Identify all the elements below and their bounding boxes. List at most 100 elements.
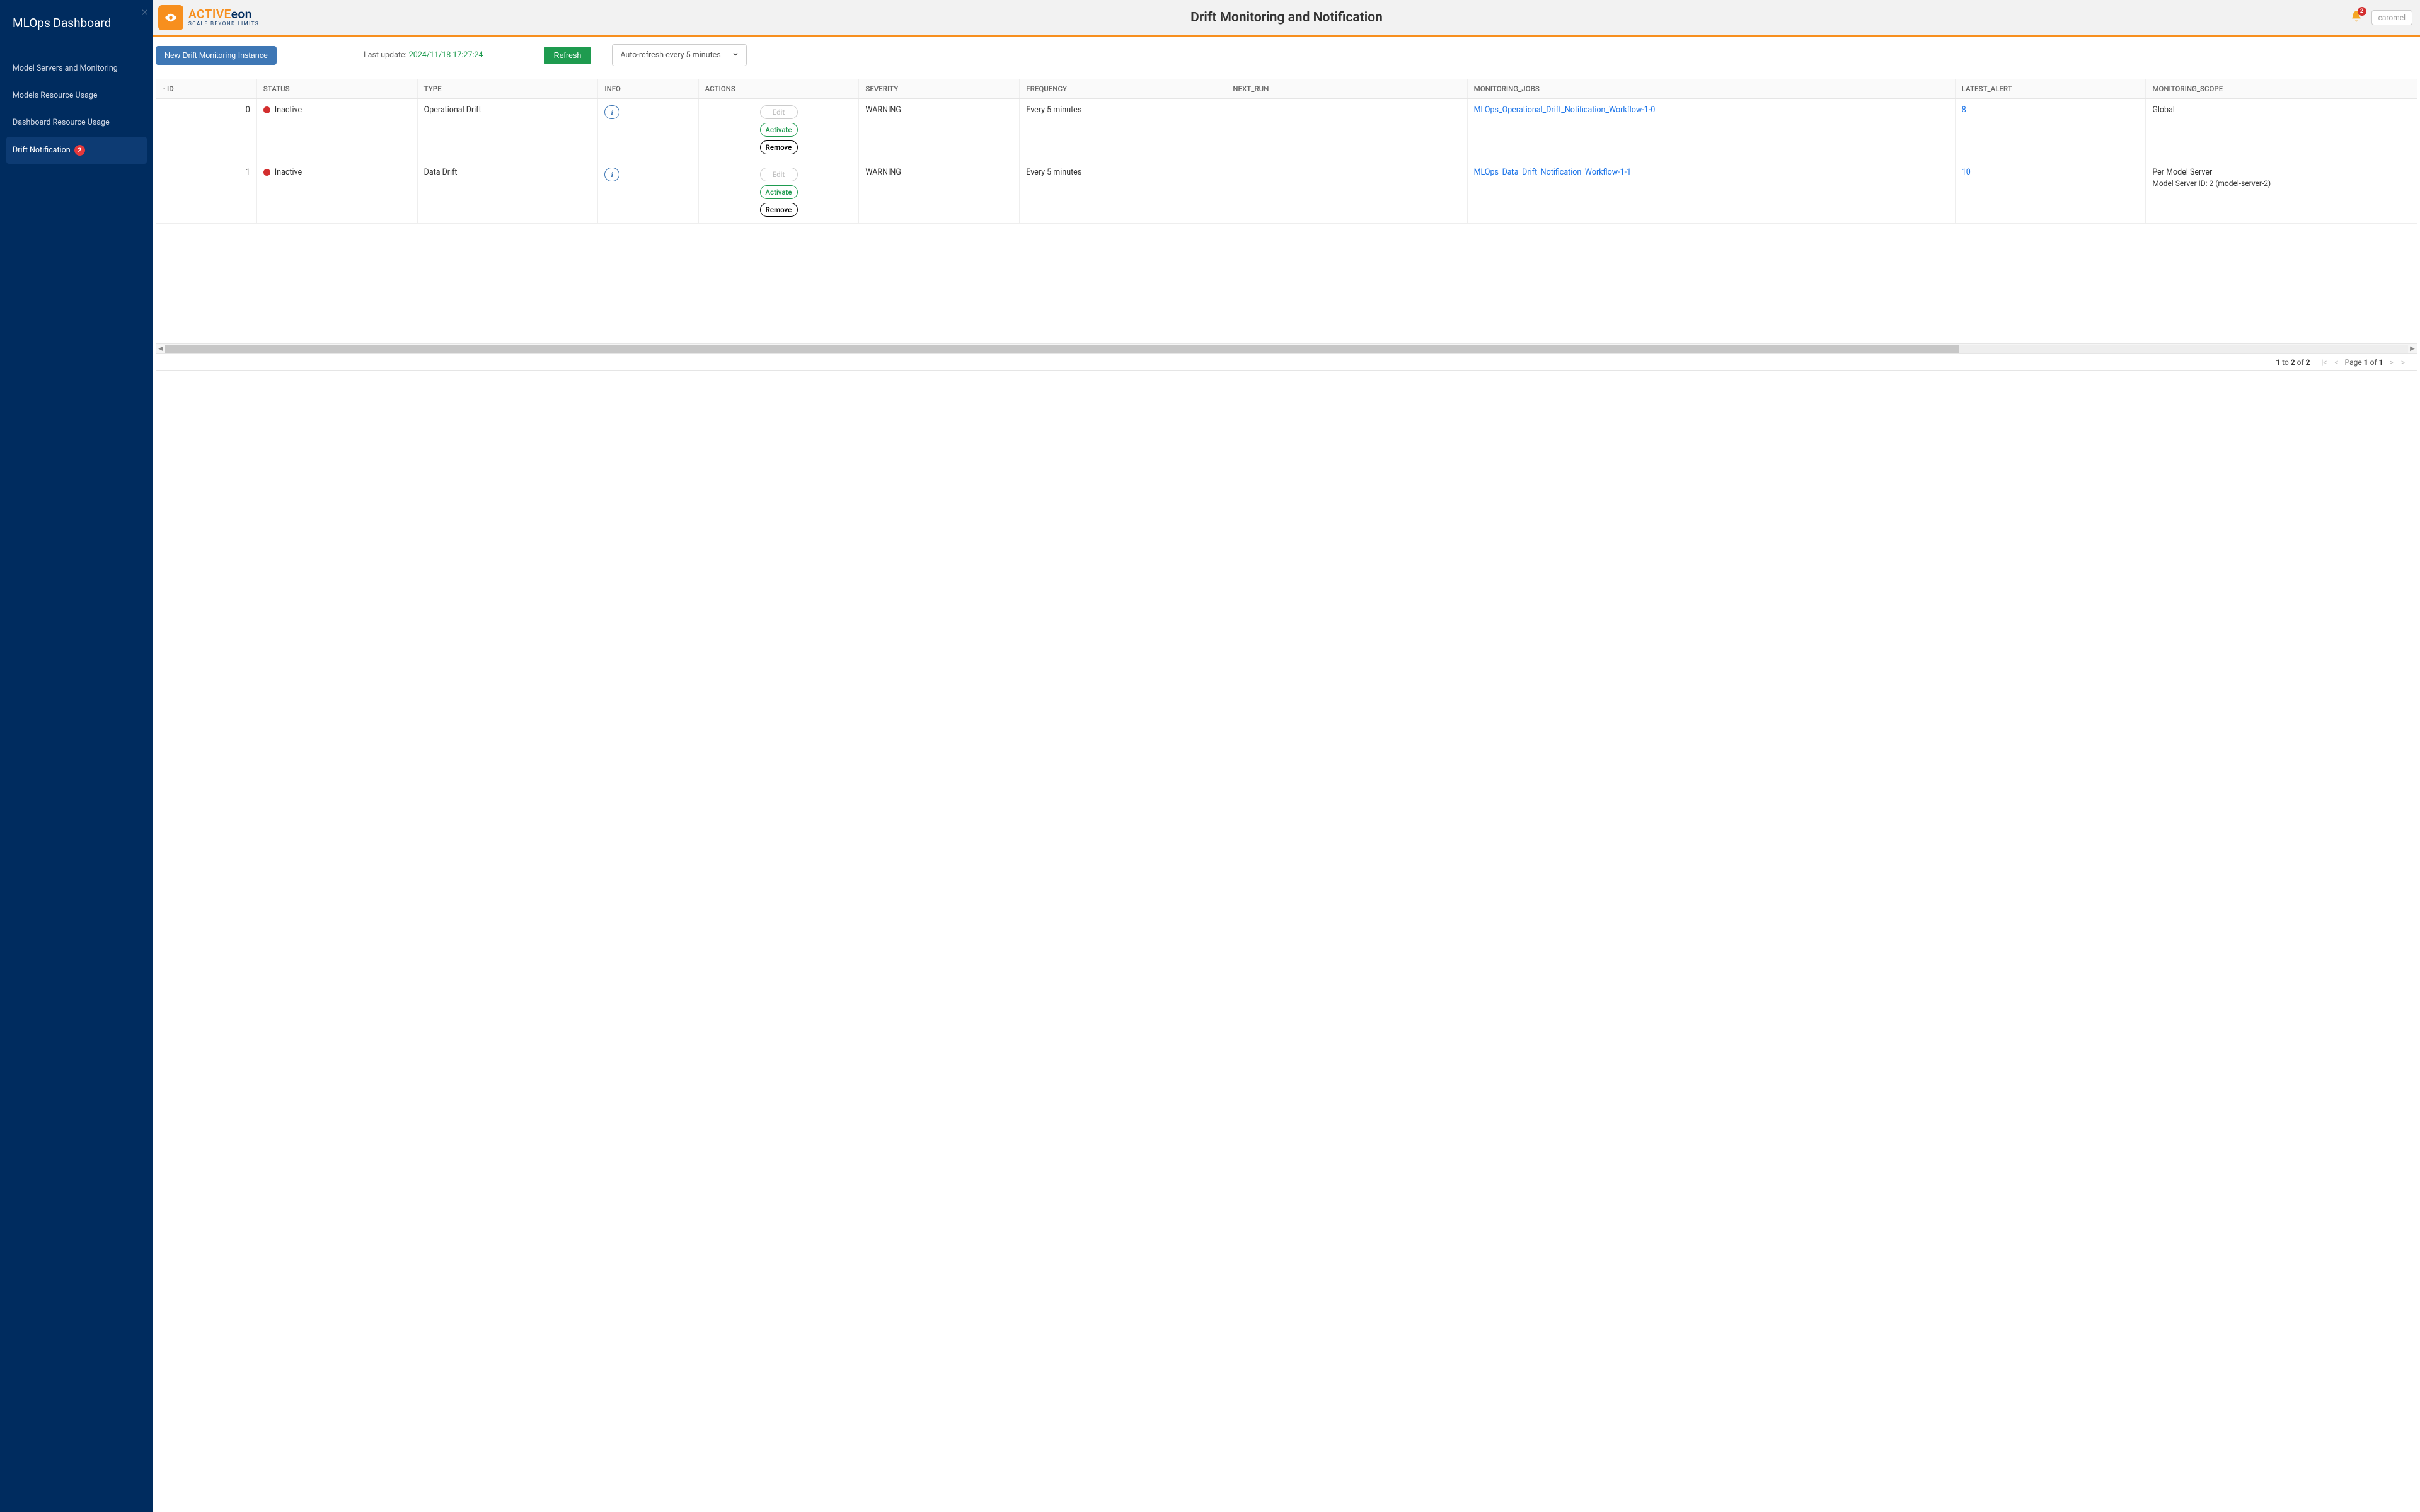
notification-count-badge: 2 [2358, 7, 2366, 16]
header: ACTIVEeon SCALE BEYOND LIMITS Drift Moni… [153, 0, 2420, 37]
edit-button: Edit [760, 168, 798, 181]
cell-status: Inactive [256, 161, 417, 224]
cell-id: 0 [156, 99, 256, 161]
col-alert[interactable]: LATEST_ALERT [1955, 79, 2146, 99]
col-severity[interactable]: SEVERITY [859, 79, 1020, 99]
status-label: Inactive [275, 168, 302, 177]
monitoring-job-link[interactable]: MLOps_Data_Drift_Notification_Workflow-1… [1474, 168, 1631, 177]
horizontal-scrollbar[interactable]: ◀ ▶ [156, 343, 2417, 353]
activate-button[interactable]: Activate [760, 123, 798, 137]
remove-button[interactable]: Remove [760, 140, 798, 154]
sort-asc-icon: ↑ [163, 86, 166, 93]
last-update-label: Last update: 2024/11/18 17:27:24 [364, 50, 483, 60]
cell-actions: Edit Activate Remove [698, 161, 859, 224]
info-button[interactable]: i [604, 168, 619, 181]
scroll-track[interactable] [165, 345, 2408, 353]
cell-alert: 10 [1955, 161, 2146, 224]
cell-type: Data Drift [417, 161, 598, 224]
status-dot-icon [263, 106, 270, 113]
activate-button[interactable]: Activate [760, 185, 798, 199]
scope-line1: Global [2152, 105, 2411, 115]
table-footer: 1 to 2 of 2 |< < Page 1 of 1 > >| [156, 353, 2417, 370]
sidebar-item-dashboard-resource[interactable]: Dashboard Resource Usage [6, 110, 147, 135]
cell-frequency: Every 5 minutes [1020, 99, 1226, 161]
cell-id: 1 [156, 161, 256, 224]
cell-severity: WARNING [859, 161, 1020, 224]
col-info[interactable]: INFO [598, 79, 698, 99]
status-dot-icon [263, 169, 270, 176]
col-nextrun[interactable]: NEXT_RUN [1226, 79, 1467, 99]
cell-info: i [598, 99, 698, 161]
cell-nextrun [1226, 99, 1467, 161]
col-type[interactable]: TYPE [417, 79, 598, 99]
refresh-button[interactable]: Refresh [544, 47, 592, 64]
sidebar-item-label: Dashboard Resource Usage [13, 118, 110, 127]
scope-line2: Model Server ID: 2 (model-server-2) [2152, 179, 2411, 188]
cell-scope: Per Model Server Model Server ID: 2 (mod… [2146, 161, 2417, 224]
remove-button[interactable]: Remove [760, 203, 798, 217]
col-id[interactable]: ↑ID [156, 79, 256, 99]
cell-scope: Global [2146, 99, 2417, 161]
page-first-icon[interactable]: |< [2320, 358, 2328, 367]
cell-severity: WARNING [859, 99, 1020, 161]
cell-actions: Edit Activate Remove [698, 99, 859, 161]
cell-jobs: MLOps_Operational_Drift_Notification_Wor… [1467, 99, 1955, 161]
sidebar-nav: Model Servers and Monitoring Models Reso… [0, 55, 153, 164]
pager: |< < Page 1 of 1 > >| [2320, 358, 2408, 367]
cell-type: Operational Drift [417, 99, 598, 161]
col-frequency[interactable]: FREQUENCY [1020, 79, 1226, 99]
latest-alert-link[interactable]: 10 [1962, 168, 1971, 177]
bell-icon [2350, 16, 2363, 25]
page-next-icon[interactable]: > [2388, 358, 2395, 367]
cell-status: Inactive [256, 99, 417, 161]
scroll-right-icon[interactable]: ▶ [2408, 345, 2417, 352]
logo[interactable]: ACTIVEeon SCALE BEYOND LIMITS [158, 5, 259, 30]
edit-button: Edit [760, 105, 798, 119]
sidebar-badge: 2 [74, 145, 85, 156]
col-actions[interactable]: ACTIONS [698, 79, 859, 99]
cell-frequency: Every 5 minutes [1020, 161, 1226, 224]
monitoring-job-link[interactable]: MLOps_Operational_Drift_Notification_Wor… [1474, 105, 1656, 115]
grid-empty-space [156, 224, 2417, 343]
logo-mark-icon [158, 5, 183, 30]
main: ACTIVEeon SCALE BEYOND LIMITS Drift Moni… [153, 0, 2420, 1512]
col-status[interactable]: STATUS [256, 79, 417, 99]
sidebar-item-label: Models Resource Usage [13, 91, 98, 100]
row-count: 1 to 2 of 2 [2276, 358, 2310, 367]
col-jobs[interactable]: MONITORING_JOBS [1467, 79, 1955, 99]
drift-table: ↑ID STATUS TYPE INFO ACTIONS SEVERITY FR… [156, 79, 2417, 371]
sidebar-item-models-resource[interactable]: Models Resource Usage [6, 83, 147, 108]
status-label: Inactive [275, 105, 302, 115]
sidebar-item-drift-notification[interactable]: Drift Notification 2 [6, 137, 147, 164]
user-menu[interactable]: caromel [2371, 10, 2412, 25]
info-button[interactable]: i [604, 105, 619, 119]
cell-nextrun [1226, 161, 1467, 224]
cell-jobs: MLOps_Data_Drift_Notification_Workflow-1… [1467, 161, 1955, 224]
sidebar-item-label: Model Servers and Monitoring [13, 64, 118, 73]
scope-line1: Per Model Server [2152, 168, 2411, 177]
toolbar: New Drift Monitoring Instance Last updat… [153, 37, 2420, 74]
scroll-left-icon[interactable]: ◀ [156, 345, 165, 352]
table-row[interactable]: 1 Inactive Data Drift i [156, 161, 2417, 224]
sidebar-item-label: Drift Notification [13, 146, 71, 155]
table-header-row: ↑ID STATUS TYPE INFO ACTIONS SEVERITY FR… [156, 79, 2417, 99]
new-drift-instance-button[interactable]: New Drift Monitoring Instance [156, 46, 277, 65]
page-title: Drift Monitoring and Notification [1190, 10, 1383, 25]
notifications-button[interactable]: 2 [2350, 10, 2363, 25]
autorefresh-value: Auto-refresh every 5 minutes [612, 44, 746, 66]
scroll-thumb[interactable] [165, 345, 1959, 353]
last-update-timestamp: 2024/11/18 17:27:24 [409, 50, 483, 60]
sidebar-item-model-servers[interactable]: Model Servers and Monitoring [6, 55, 147, 81]
logo-text: ACTIVEeon SCALE BEYOND LIMITS [188, 8, 259, 27]
latest-alert-link[interactable]: 8 [1962, 105, 1966, 115]
autorefresh-select[interactable]: Auto-refresh every 5 minutes [612, 44, 746, 66]
sidebar-title: MLOps Dashboard [0, 0, 153, 55]
cell-alert: 8 [1955, 99, 2146, 161]
page-info: Page 1 of 1 [2345, 358, 2383, 367]
page-prev-icon[interactable]: < [2334, 358, 2340, 367]
sidebar-close-icon[interactable]: × [142, 5, 148, 18]
cell-info: i [598, 161, 698, 224]
col-scope[interactable]: MONITORING_SCOPE [2146, 79, 2417, 99]
page-last-icon[interactable]: >| [2400, 358, 2408, 367]
table-row[interactable]: 0 Inactive Operational Drift i [156, 99, 2417, 161]
